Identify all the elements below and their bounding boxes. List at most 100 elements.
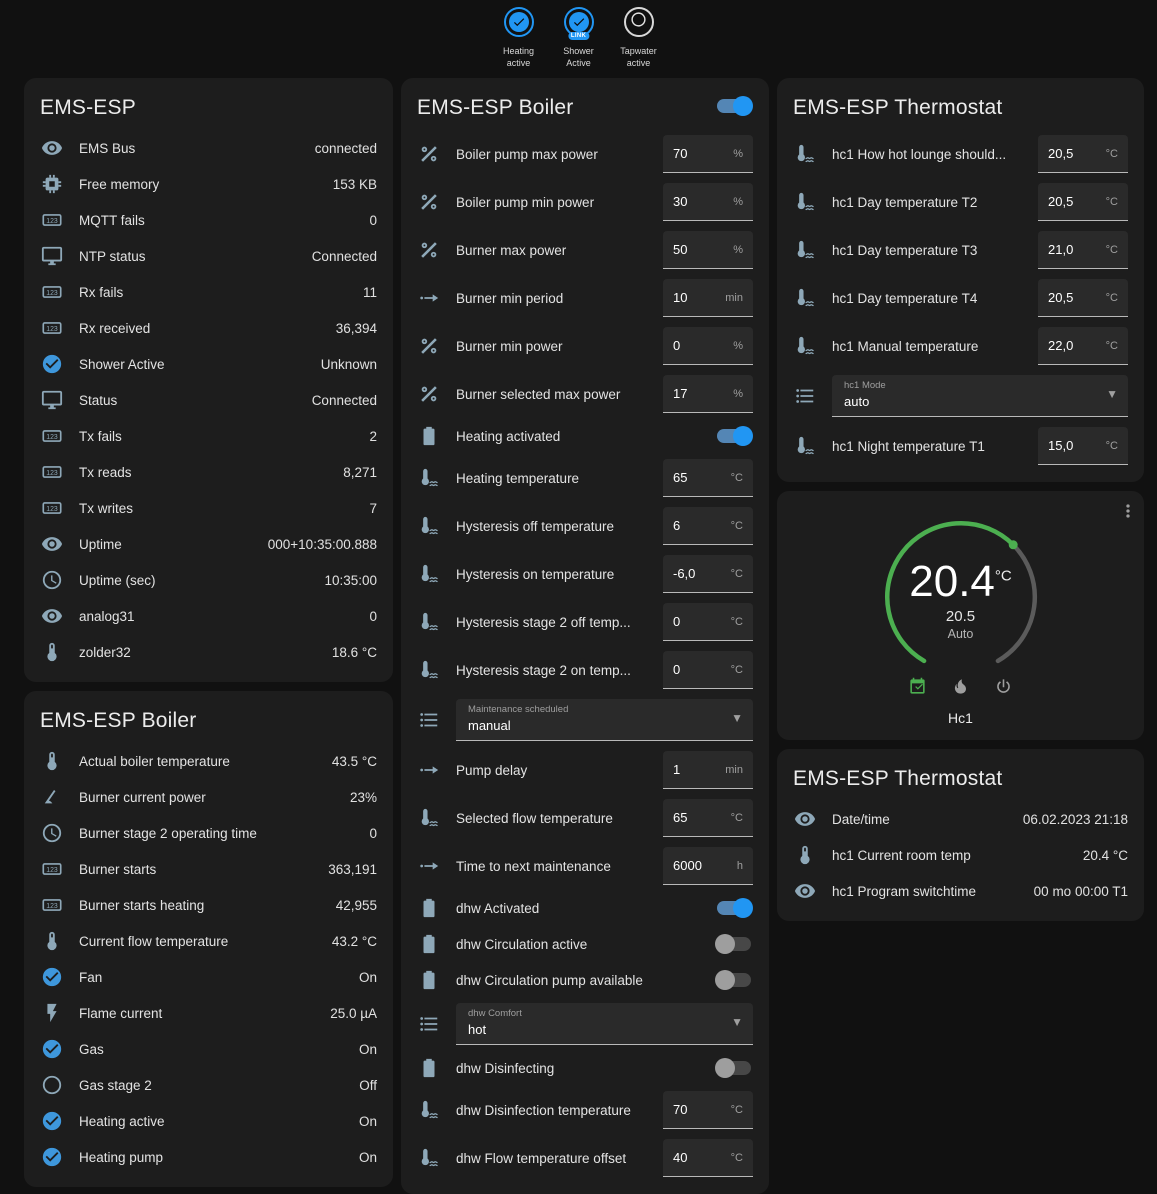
entity-row-tx-writes[interactable]: Tx writes7 — [40, 490, 377, 526]
number-input[interactable]: 15,0°C — [1038, 427, 1128, 465]
flash-icon — [40, 1002, 64, 1024]
chevron-down-icon: ▼ — [731, 711, 743, 725]
check-circle-icon — [504, 7, 534, 37]
select-row-maintenance: Maintenance scheduledmanual▼ — [417, 694, 753, 746]
thermometer-icon — [40, 641, 64, 663]
temperature-gauge[interactable]: 20.4°C 20.5 Auto — [871, 507, 1051, 681]
counter-icon — [40, 497, 64, 519]
number-input[interactable]: 6000h — [663, 847, 753, 885]
thermometer-icon — [40, 750, 64, 772]
thermometer-waves-icon — [417, 659, 441, 681]
thermostat-name: Hc1 — [948, 710, 973, 726]
entity-row-fan[interactable]: FanOn — [40, 959, 377, 995]
thermometer-waves-icon — [793, 287, 817, 309]
thermometer-waves-icon — [793, 435, 817, 457]
number-row-burner-min-power: Burner min power0% — [417, 322, 753, 370]
entity-row-current-flow-temp[interactable]: Current flow temperature43.2 °C — [40, 923, 377, 959]
counter-icon — [40, 281, 64, 303]
entity-row-gas-stage2[interactable]: Gas stage 2Off — [40, 1067, 377, 1103]
thermometer-waves-icon — [793, 335, 817, 357]
entity-row-flame-current[interactable]: Flame current25.0 µA — [40, 995, 377, 1031]
number-input[interactable]: 22,0°C — [1038, 327, 1128, 365]
check-circle-icon — [40, 1110, 64, 1132]
entity-row-hc1-program-switchtime[interactable]: hc1 Program switchtime00 mo 00:00 T1 — [793, 873, 1128, 909]
select-input[interactable]: dhw Comforthot▼ — [456, 1003, 753, 1045]
entity-row-analog31[interactable]: analog310 — [40, 598, 377, 634]
badge-shower-active[interactable]: LINK ShowerActive — [550, 7, 608, 69]
entity-row-burner-stage2-time[interactable]: Burner stage 2 operating time0 — [40, 815, 377, 851]
entity-row-uptime-sec[interactable]: Uptime (sec)10:35:00 — [40, 562, 377, 598]
badge-heating-active[interactable]: Heatingactive — [490, 7, 548, 69]
badge-tapwater-active[interactable]: Tapwateractive — [610, 7, 668, 69]
entity-row-heating-pump[interactable]: Heating pumpOn — [40, 1139, 377, 1175]
thermometer-waves-icon — [417, 1147, 441, 1169]
select-input[interactable]: Maintenance scheduledmanual▼ — [456, 699, 753, 741]
number-input[interactable]: 0% — [663, 327, 753, 365]
number-input[interactable]: 40°C — [663, 1139, 753, 1177]
entity-row-heating-active[interactable]: Heating activeOn — [40, 1103, 377, 1139]
select-row-dhw-comfort: dhw Comforthot▼ — [417, 998, 753, 1050]
number-input[interactable]: 70°C — [663, 1091, 753, 1129]
counter-icon — [40, 894, 64, 916]
entity-row-hc1-current-room-temp[interactable]: hc1 Current room temp20.4 °C — [793, 837, 1128, 873]
number-input[interactable]: 70% — [663, 135, 753, 173]
number-input[interactable]: 0°C — [663, 651, 753, 689]
entity-row-shower-active[interactable]: Shower ActiveUnknown — [40, 346, 377, 382]
number-input[interactable]: 0°C — [663, 603, 753, 641]
counter-icon — [40, 209, 64, 231]
select-input[interactable]: hc1 Modeauto▼ — [832, 375, 1128, 417]
number-input[interactable]: 17% — [663, 375, 753, 413]
entity-row-ems-bus[interactable]: EMS Busconnected — [40, 130, 377, 166]
percent-icon — [417, 383, 441, 405]
entity-row-burner-starts[interactable]: Burner starts363,191 — [40, 851, 377, 887]
number-input[interactable]: 6°C — [663, 507, 753, 545]
toggle-switch[interactable] — [717, 429, 751, 443]
toggle-switch[interactable] — [717, 901, 751, 915]
number-input[interactable]: 65°C — [663, 459, 753, 497]
monitor-icon — [40, 389, 64, 411]
eye-icon — [40, 533, 64, 555]
entity-row-uptime[interactable]: Uptime000+10:35:00.888 — [40, 526, 377, 562]
entity-row-datetime[interactable]: Date/time06.02.2023 21:18 — [793, 801, 1128, 837]
number-input[interactable]: 65°C — [663, 799, 753, 837]
switch-row-dhw-circulation-pump: dhw Circulation pump available — [417, 962, 753, 998]
boiler-sensors-card: EMS-ESP Boiler Actual boiler temperature… — [24, 691, 393, 1187]
card-master-toggle[interactable] — [717, 99, 751, 113]
number-row-boiler-pump-min: Boiler pump min power30% — [417, 178, 753, 226]
thermometer-icon — [793, 844, 817, 866]
number-input[interactable]: 20,5°C — [1038, 279, 1128, 317]
entity-row-ntp-status[interactable]: NTP statusConnected — [40, 238, 377, 274]
number-input[interactable]: 10min — [663, 279, 753, 317]
entity-row-actual-boiler-temp[interactable]: Actual boiler temperature43.5 °C — [40, 743, 377, 779]
entity-row-zolder32[interactable]: zolder3218.6 °C — [40, 634, 377, 670]
number-row-hc1-manual-temp: hc1 Manual temperature22,0°C — [793, 322, 1128, 370]
check-circle-icon — [40, 353, 64, 375]
battery-icon — [417, 897, 441, 919]
number-input[interactable]: -6,0°C — [663, 555, 753, 593]
entity-row-mqtt-fails[interactable]: MQTT fails0 — [40, 202, 377, 238]
entity-row-gas[interactable]: GasOn — [40, 1031, 377, 1067]
ray-arrow-icon — [417, 855, 441, 877]
number-input[interactable]: 1min — [663, 751, 753, 789]
number-input[interactable]: 30% — [663, 183, 753, 221]
card-title: EMS-ESP — [40, 96, 377, 120]
entity-row-rx-fails[interactable]: Rx fails11 — [40, 274, 377, 310]
number-input[interactable]: 20,5°C — [1038, 183, 1128, 221]
number-input[interactable]: 50% — [663, 231, 753, 269]
number-row-burner-selected-max: Burner selected max power17% — [417, 370, 753, 418]
number-row-hc1-day-t3: hc1 Day temperature T321,0°C — [793, 226, 1128, 274]
number-input[interactable]: 21,0°C — [1038, 231, 1128, 269]
entity-row-tx-fails[interactable]: Tx fails2 — [40, 418, 377, 454]
number-input[interactable]: 20,5°C — [1038, 135, 1128, 173]
entity-row-status[interactable]: StatusConnected — [40, 382, 377, 418]
entity-row-burner-current-power[interactable]: Burner current power23% — [40, 779, 377, 815]
toggle-switch[interactable] — [717, 973, 751, 987]
dots-vertical-icon[interactable] — [1118, 501, 1138, 526]
toggle-switch[interactable] — [717, 937, 751, 951]
entity-row-free-memory[interactable]: Free memory153 KB — [40, 166, 377, 202]
entity-row-rx-received[interactable]: Rx received36,394 — [40, 310, 377, 346]
entity-row-burner-starts-heating[interactable]: Burner starts heating42,955 — [40, 887, 377, 923]
entity-row-tx-reads[interactable]: Tx reads8,271 — [40, 454, 377, 490]
toggle-switch[interactable] — [717, 1061, 751, 1075]
boiler-controls-card: EMS-ESP Boiler Boiler pump max power70% … — [401, 78, 769, 1194]
